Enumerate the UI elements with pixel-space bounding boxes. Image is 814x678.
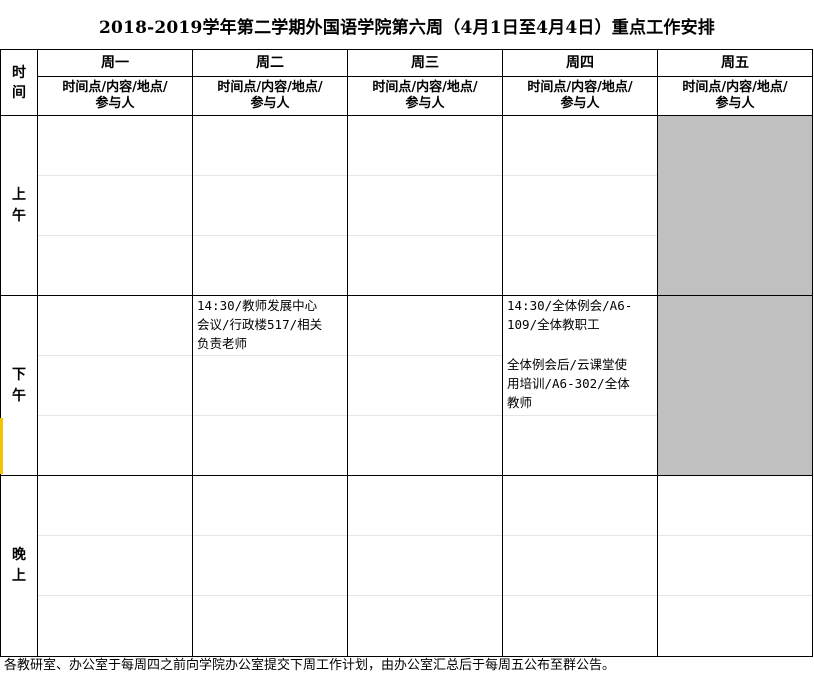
- subheader-label: 时间点/内容/地点/ 参与人: [682, 80, 788, 111]
- schedule-entry: 14:30/教师发展中心 会议/行政楼517/相关 负责老师: [197, 298, 323, 351]
- schedule-entry: 全体例会后/云课堂使 用培训/A6-302/全体 教师: [507, 357, 630, 410]
- day-header-fri: 周五: [657, 49, 813, 77]
- subheader-label: 时间点/内容/地点/ 参与人: [217, 80, 323, 111]
- cell-afternoon-tue[interactable]: 14:30/教师发展中心 会议/行政楼517/相关 负责老师: [192, 295, 348, 476]
- period-morning: 上 午: [0, 115, 38, 296]
- day-header-wed: 周三: [347, 49, 503, 77]
- selection-marker: [0, 418, 3, 474]
- cell-morning-fri[interactable]: [657, 115, 813, 296]
- schedule-entry: 14:30/全体例会/A6- 109/全体教职工: [507, 298, 633, 332]
- cell-afternoon-wed[interactable]: [347, 295, 503, 476]
- cell-afternoon-thu[interactable]: 14:30/全体例会/A6- 109/全体教职工 全体例会后/云课堂使 用培训/…: [502, 295, 658, 476]
- footer-note: 各教研室、办公室于每周四之前向学院办公室提交下周工作计划，由办公室汇总后于每周五…: [4, 658, 616, 673]
- cell-evening-wed[interactable]: [347, 475, 503, 657]
- subheader-fri: 时间点/内容/地点/ 参与人: [657, 76, 813, 116]
- page-title: 2018-2019学年第二学期外国语学院第六周（4月1日至4月4日）重点工作安排: [99, 17, 715, 38]
- cell-morning-thu[interactable]: [502, 115, 658, 296]
- period-label: 下 午: [12, 366, 26, 404]
- time-column-header: 时 间: [0, 49, 38, 116]
- subheader-label: 时间点/内容/地点/ 参与人: [527, 80, 633, 111]
- cell-evening-mon[interactable]: [37, 475, 193, 657]
- subheader-wed: 时间点/内容/地点/ 参与人: [347, 76, 503, 116]
- day-header-tue: 周二: [192, 49, 348, 77]
- schedule-table: 时 间 周一 周二 周三 周四 周五 时间点/内容/地点/ 参与人 时间点/内容…: [0, 49, 813, 657]
- period-evening: 晚 上: [0, 475, 38, 657]
- subheader-thu: 时间点/内容/地点/ 参与人: [502, 76, 658, 116]
- day-header-mon: 周一: [37, 49, 193, 77]
- period-afternoon: 下 午: [0, 295, 38, 476]
- cell-afternoon-fri[interactable]: [657, 295, 813, 476]
- cell-afternoon-mon[interactable]: [37, 295, 193, 476]
- cell-evening-fri[interactable]: [657, 475, 813, 657]
- cell-morning-wed[interactable]: [347, 115, 503, 296]
- period-label: 上 午: [12, 186, 26, 224]
- subheader-label: 时间点/内容/地点/ 参与人: [62, 80, 168, 111]
- cell-evening-tue[interactable]: [192, 475, 348, 657]
- period-label: 晚 上: [12, 547, 26, 584]
- subheader-mon: 时间点/内容/地点/ 参与人: [37, 76, 193, 116]
- time-header-label: 时 间: [12, 64, 26, 101]
- subheader-tue: 时间点/内容/地点/ 参与人: [192, 76, 348, 116]
- day-header-thu: 周四: [502, 49, 658, 77]
- cell-morning-tue[interactable]: [192, 115, 348, 296]
- cell-morning-mon[interactable]: [37, 115, 193, 296]
- cell-evening-thu[interactable]: [502, 475, 658, 657]
- subheader-label: 时间点/内容/地点/ 参与人: [372, 80, 478, 111]
